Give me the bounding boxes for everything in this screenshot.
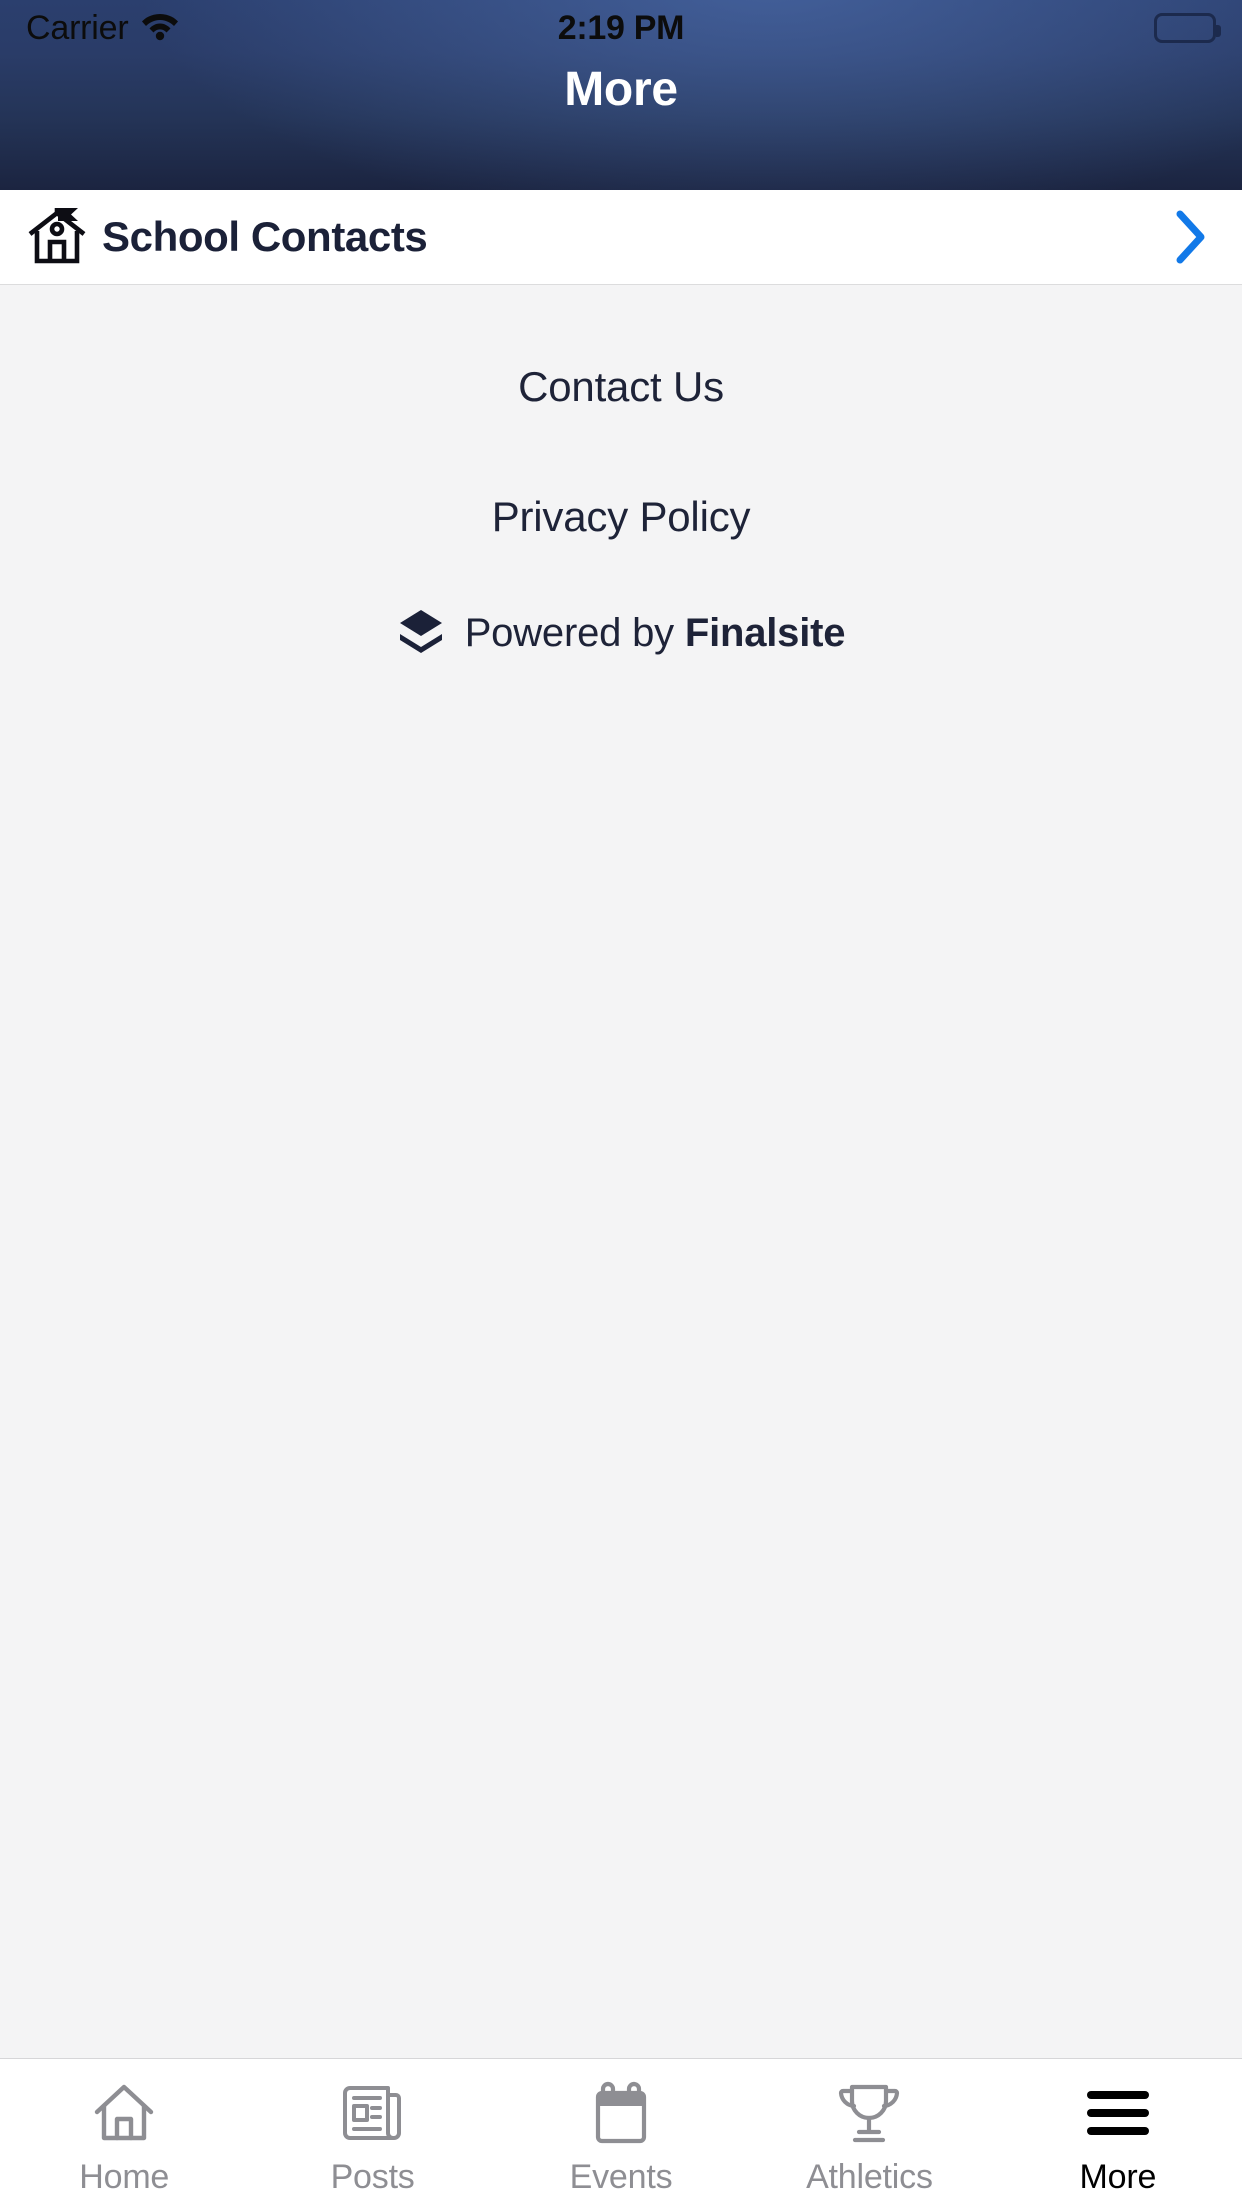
status-bar-right <box>1154 13 1221 43</box>
tab-home[interactable]: Home <box>0 2059 248 2208</box>
page-title: More <box>564 63 678 116</box>
tab-label-posts: Posts <box>330 2158 415 2196</box>
carrier-label: Carrier <box>26 8 129 47</box>
tab-label-athletics: Athletics <box>806 2158 933 2196</box>
status-bar-clock: 2:19 PM <box>557 8 685 47</box>
status-bar-left: Carrier <box>26 9 179 48</box>
tab-events[interactable]: Events <box>497 2059 745 2208</box>
finalsite-layers-icon <box>397 607 445 660</box>
powered-by-finalsite[interactable]: Powered by Finalsite <box>397 607 846 660</box>
navigation-bar: Carrier 2:19 PM More <box>0 0 1242 190</box>
tab-label-events: Events <box>569 2158 673 2196</box>
tab-more[interactable]: More <box>994 2059 1242 2208</box>
tab-posts[interactable]: Posts <box>248 2059 496 2208</box>
newspaper-icon <box>340 2078 406 2148</box>
hamburger-menu-icon <box>1085 2078 1151 2148</box>
school-house-icon <box>22 206 92 268</box>
calendar-icon <box>590 2078 652 2148</box>
app-screen: Carrier 2:19 PM More School Contacts Con… <box>0 0 1242 2208</box>
tab-label-more: More <box>1079 2158 1157 2196</box>
powered-by-prefix: Powered by <box>464 611 685 655</box>
privacy-policy-link[interactable]: Privacy Policy <box>472 479 771 555</box>
finalsite-brand: Finalsite <box>684 611 846 655</box>
list-item-school-contacts[interactable]: School Contacts <box>0 190 1242 285</box>
chevron-right-icon[interactable] <box>1174 209 1208 265</box>
battery-full-icon <box>1154 13 1221 43</box>
status-bar: Carrier 2:19 PM <box>0 0 1242 56</box>
contact-us-link[interactable]: Contact Us <box>498 349 744 425</box>
tab-athletics[interactable]: Athletics <box>745 2059 993 2208</box>
wifi-icon <box>141 11 179 46</box>
menu-list: School Contacts <box>0 190 1242 285</box>
list-item-label: School Contacts <box>102 213 428 260</box>
tab-label-home: Home <box>79 2158 170 2196</box>
trophy-icon <box>836 2078 902 2148</box>
content-area: Contact Us Privacy Policy Powered by Fin… <box>0 285 1242 2058</box>
home-icon <box>91 2078 157 2148</box>
tab-bar: Home Posts Events Athletics More <box>0 2058 1242 2208</box>
powered-by-text: Powered by Finalsite <box>465 611 846 656</box>
